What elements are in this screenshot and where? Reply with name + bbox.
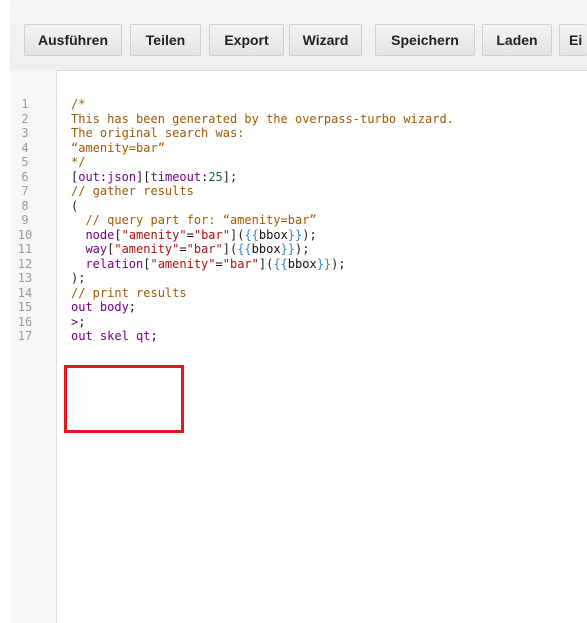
code-line[interactable]: // print results [71,286,187,300]
code-token: */ [71,155,86,169]
line-number: 13 [17,271,33,285]
code-token: out body [71,300,129,314]
code-line[interactable]: */ [71,155,85,169]
code-token: = [179,242,187,256]
code-line[interactable]: >; [71,315,85,329]
code-token: 25 [208,169,223,184]
line-number: 9 [21,213,29,227]
code-token: "amenity" [121,227,187,242]
line-number: 4 [21,140,29,155]
code-token: ; [128,300,137,314]
export-button[interactable]: Export [209,24,284,56]
line-number: 1 [21,97,29,111]
code-token: ; [150,329,158,343]
toolbar: Ausführen Teilen Export Wizard Speichern… [10,0,587,71]
editor-settings-button[interactable]: Ei [559,24,587,56]
code-token: = [186,227,194,242]
code-token: ]( [258,256,274,271]
run-button[interactable]: Ausführen [24,24,122,56]
code-line[interactable]: // gather results [71,184,194,198]
code-token: "bar" [186,242,223,256]
code-token: ); [71,271,86,285]
code-token: ]; [222,169,238,184]
code-line[interactable]: out body; [71,300,136,314]
code-token: ); [295,242,310,256]
code-line[interactable]: way["amenity"="bar"]({{bbox}}); [71,242,309,256]
line-number: 12 [17,256,33,271]
line-number: 14 [17,285,33,300]
code-line[interactable]: /* [71,97,85,111]
code-token: "amenity" [150,256,216,271]
code-token: way [71,242,108,256]
code-token: = [215,256,223,271]
code-token: out [78,169,100,184]
code-token: }} [316,256,332,271]
code-token: ); [331,256,346,271]
code-token: relation [71,256,144,271]
code-token: timeout [150,169,202,184]
code-token: }} [287,227,303,242]
code-token: ( [71,198,79,213]
code-token: [ [114,227,122,242]
line-number: 11 [17,242,33,256]
code-line[interactable]: ( [71,199,78,213]
line-number: 3 [21,126,29,140]
code-token: /* [71,97,86,111]
code-token: ]( [229,227,245,242]
line-number: 7 [21,184,29,198]
code-line[interactable]: node["amenity"="bar"]({{bbox}}); [71,227,317,242]
code-token: ][ [136,169,151,184]
code-line[interactable]: relation["amenity"="bar"]({{bbox}}); [71,256,346,271]
code-token: "amenity" [114,242,180,256]
code-token: The original search was: [71,126,245,140]
code-token: bbox [287,256,317,271]
code-token: node [71,227,115,242]
line-number: 5 [21,155,29,169]
line-number: 8 [21,198,29,213]
code-token: // print results [71,285,187,300]
line-number: 17 [17,329,33,343]
line-number: 16 [17,314,33,329]
share-button[interactable]: Teilen [130,24,201,56]
code-line[interactable]: // query part for: “amenity=bar” [71,213,317,227]
code-line[interactable]: out skel qt; [71,329,158,343]
line-number: 6 [21,169,29,184]
highlight-annotation-box [64,365,184,433]
load-button[interactable]: Laden [482,24,552,56]
wizard-button[interactable]: Wizard [289,24,362,56]
code-token: out skel qt [71,329,151,343]
code-token: "bar" [222,256,259,271]
line-number: 10 [17,227,33,242]
code-token: {{ [237,242,252,256]
code-token: json [107,169,137,184]
code-token: bbox [258,227,288,242]
code-line[interactable]: This has been generated by the overpass-… [71,112,454,126]
code-line[interactable]: [out:json][timeout:25]; [71,170,237,184]
code-token: // query part for: “amenity=bar” [71,213,317,227]
code-token: }} [280,242,296,256]
code-token: “amenity=bar” [71,140,165,155]
code-token: "bar" [193,227,230,242]
save-button[interactable]: Speichern [375,24,475,56]
code-token: // gather results [71,184,194,198]
code-line[interactable]: ); [71,271,85,285]
code-token: ]( [222,242,238,256]
code-line[interactable]: “amenity=bar” [71,141,165,155]
line-number: 2 [21,111,29,126]
code-token: This has been generated by the overpass-… [71,111,454,126]
code-token: ; [78,314,86,329]
code-token: {{ [273,256,288,271]
code-token: {{ [244,227,259,242]
code-token: bbox [251,242,281,256]
line-number: 15 [17,300,33,314]
code-token: ); [302,227,317,242]
code-line[interactable]: The original search was: [71,126,244,140]
